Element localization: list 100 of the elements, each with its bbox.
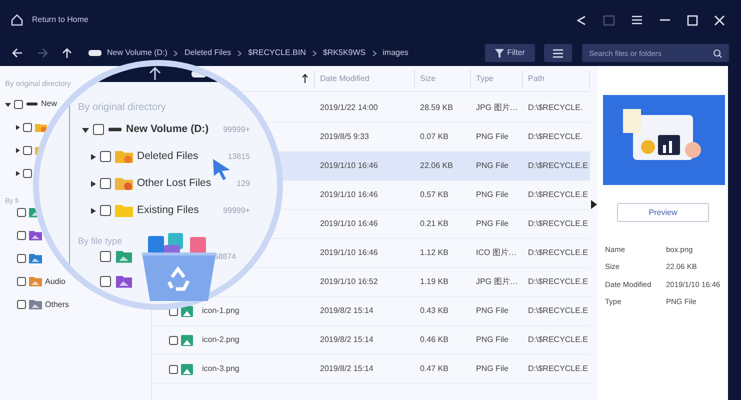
mouse-cursor-icon (212, 158, 232, 180)
close-icon[interactable] (714, 14, 725, 26)
tree-item-label[interactable]: New (41, 98, 58, 110)
table-cell: PNG File (476, 306, 508, 315)
checkbox[interactable] (14, 100, 23, 108)
checkbox[interactable] (100, 205, 111, 216)
table-cell: D:\$RECYCLE. (528, 103, 583, 112)
table-cell: D:\$RECYCLE.E (528, 190, 588, 199)
maximize-icon[interactable] (687, 14, 698, 26)
table-cell: D:\$RECYCLE.E (528, 306, 588, 315)
expand-arrow-icon[interactable] (15, 148, 20, 153)
folder-icon (29, 230, 42, 241)
image-file-icon (181, 306, 193, 316)
item-count: 99999+ (223, 124, 250, 136)
file-type-label[interactable]: Others (45, 298, 70, 310)
table-cell: ICO 图片… (476, 248, 516, 257)
checkbox[interactable] (23, 169, 32, 178)
section-heading: By file type (78, 236, 122, 246)
checkbox[interactable] (17, 277, 26, 286)
expand-arrow-icon[interactable] (15, 125, 20, 130)
drive-icon (108, 126, 122, 133)
table-cell: PNG File (476, 364, 508, 373)
up-arrow-icon[interactable] (62, 48, 72, 58)
table-cell: D:\$RECYCLE.E (528, 161, 588, 170)
drive-icon (191, 70, 207, 78)
table-cell: 0.43 KB (420, 306, 448, 315)
checkbox[interactable] (23, 146, 32, 155)
tree-item-label[interactable]: New Volume (D:) (126, 122, 209, 138)
checkbox[interactable] (17, 300, 26, 309)
image-file-icon (181, 364, 193, 374)
return-to-home-link[interactable]: Return to Home (32, 14, 88, 26)
back-arrow-icon[interactable] (12, 48, 23, 58)
chevron-right-icon (173, 50, 178, 56)
breadcrumb-link[interactable]: $RECYCLE.BIN (248, 47, 306, 59)
file-type-label[interactable]: Audio (45, 276, 66, 288)
folder-icon (29, 276, 42, 287)
home-icon[interactable] (10, 13, 24, 27)
checkbox[interactable] (17, 208, 26, 217)
expand-arrow-icon[interactable] (90, 154, 96, 160)
filter-button[interactable]: Filter (485, 44, 535, 62)
file-name[interactable]: icon-3.png (202, 363, 240, 375)
chevron-right-icon (237, 50, 242, 56)
table-cell: 2019/8/2 15:14 (320, 335, 374, 344)
chevron-right-icon (312, 50, 317, 56)
table-cell: 2019/1/10 16:52 (320, 277, 378, 286)
checkbox[interactable] (100, 251, 111, 262)
table-cell: 1.19 KB (420, 277, 448, 286)
checkbox[interactable] (100, 178, 111, 189)
breadcrumb-link[interactable]: images (382, 47, 408, 59)
expand-arrow-icon[interactable] (15, 171, 20, 176)
checkbox[interactable] (169, 364, 178, 374)
table-cell: 22.06 KB (420, 161, 453, 170)
table-cell: D:\$RECYCLE.E (528, 277, 588, 286)
list-view-button[interactable] (544, 44, 572, 62)
table-cell: JPG 图片… (476, 103, 518, 112)
item-count: 99999+ (223, 204, 250, 216)
tree-item-label[interactable]: Other Lost Files (137, 176, 212, 192)
table-cell: 0.21 KB (420, 219, 448, 228)
table-cell: 2019/1/10 16:46 (320, 248, 378, 257)
folder-icon (116, 275, 132, 288)
breadcrumb-link[interactable]: Deleted Files (184, 47, 232, 59)
checkbox[interactable] (93, 124, 104, 135)
preview-button[interactable]: Preview (617, 203, 709, 222)
checkbox[interactable] (100, 276, 111, 287)
breadcrumb-link[interactable]: New Volume (D:) (107, 47, 168, 59)
list-icon (552, 48, 564, 58)
folder-badge-icon (35, 123, 47, 132)
tree-item-label[interactable]: Deleted Files (137, 148, 198, 164)
table-cell: 0.07 KB (420, 132, 448, 141)
table-cell: D:\$RECYCLE. (528, 132, 583, 141)
expand-arrow-icon[interactable] (90, 208, 96, 214)
collapse-arrow-icon[interactable] (5, 101, 11, 107)
drive-icon (26, 101, 38, 107)
search-icon (713, 48, 722, 58)
table-cell: D:\$RECYCLE.E (528, 364, 588, 373)
table-cell: D:\$RECYCLE.E (528, 335, 588, 344)
folder-icon (29, 299, 42, 310)
file-name[interactable]: icon-2.png (202, 334, 240, 346)
checkbox[interactable] (23, 123, 32, 132)
breadcrumb-link[interactable]: $RK5K9WS (322, 47, 366, 59)
folder-icon (29, 253, 42, 264)
file-name[interactable]: icon-1.png (202, 305, 240, 317)
section-heading: By original directory (78, 102, 166, 113)
checkbox[interactable] (100, 151, 111, 162)
chevron-right-icon (372, 50, 377, 56)
checkbox[interactable] (17, 231, 26, 240)
folder-badge-icon (115, 150, 133, 164)
menu-icon[interactable] (631, 15, 643, 25)
expand-arrow-icon[interactable] (90, 180, 96, 186)
checkbox[interactable] (17, 254, 26, 263)
checkbox[interactable] (169, 336, 178, 344)
sort-arrow-icon[interactable] (302, 74, 308, 83)
tree-item-label[interactable]: Existing Files (137, 202, 199, 218)
collapse-arrow-icon[interactable] (82, 126, 89, 133)
table-cell: PNG File (476, 132, 508, 141)
table-cell: 2019/1/10 16:46 (320, 161, 378, 170)
table-cell: 2019/1/10 16:46 (320, 190, 378, 199)
collapse-arrow-icon[interactable] (591, 200, 597, 208)
folder-badge-icon (115, 176, 133, 190)
table-cell: 2019/8/5 9:33 (320, 132, 369, 141)
